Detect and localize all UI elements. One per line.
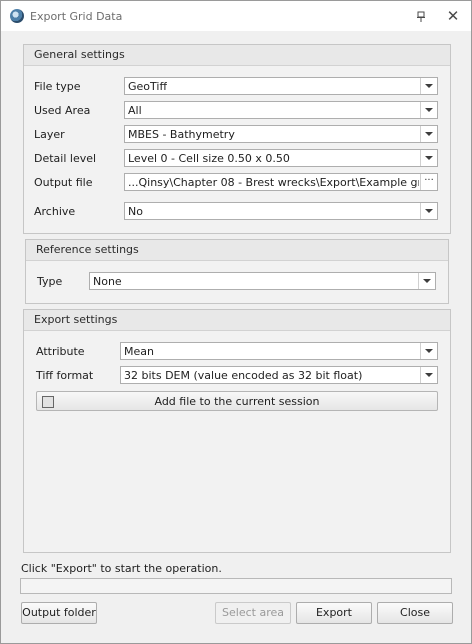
used-area-label: Used Area [34, 104, 91, 117]
pin-icon[interactable] [415, 11, 427, 23]
type-value: None [93, 275, 122, 288]
detail-level-dropdown[interactable]: Level 0 - Cell size 0.50 x 0.50 [124, 149, 438, 167]
chevron-down-icon[interactable] [418, 273, 435, 289]
output-file-label: Output file [34, 176, 93, 189]
chevron-down-icon[interactable] [420, 78, 437, 94]
tiff-format-value: 32 bits DEM (value encoded as 32 bit flo… [124, 369, 363, 382]
layer-dropdown[interactable]: MBES - Bathymetry [124, 125, 438, 143]
archive-value: No [128, 205, 143, 218]
used-area-value: All [128, 104, 142, 117]
output-folder-button[interactable]: Output folder [21, 602, 97, 624]
file-type-dropdown[interactable]: GeoTiff [124, 77, 438, 95]
output-file-input[interactable]: ...Qinsy\Chapter 08 - Brest wrecks\Expor… [124, 173, 438, 191]
attribute-label: Attribute [36, 345, 85, 358]
export-grid-data-window: Export Grid Data ✕ General settings File… [0, 0, 472, 644]
layer-label: Layer [34, 128, 65, 141]
status-text: Click "Export" to start the operation. [21, 562, 222, 575]
chevron-down-icon[interactable] [420, 102, 437, 118]
type-dropdown[interactable]: None [89, 272, 436, 290]
browse-button[interactable]: ··· [420, 174, 437, 190]
output-file-value: ...Qinsy\Chapter 08 - Brest wrecks\Expor… [128, 176, 419, 189]
used-area-dropdown[interactable]: All [124, 101, 438, 119]
close-icon[interactable]: ✕ [445, 8, 461, 24]
detail-level-value: Level 0 - Cell size 0.50 x 0.50 [128, 152, 290, 165]
reference-settings-title: Reference settings [36, 243, 139, 256]
archive-label: Archive [34, 205, 76, 218]
attribute-dropdown[interactable]: Mean [120, 342, 438, 360]
reference-settings-header: Reference settings [26, 240, 448, 261]
export-button[interactable]: Export [296, 602, 372, 624]
chevron-down-icon[interactable] [420, 126, 437, 142]
close-button[interactable]: Close [377, 602, 453, 624]
globe-icon [10, 9, 24, 23]
file-type-label: File type [34, 80, 81, 93]
chevron-down-icon[interactable] [420, 367, 437, 383]
chevron-down-icon[interactable] [420, 203, 437, 219]
window-title: Export Grid Data [30, 10, 123, 23]
title-bar: Export Grid Data ✕ [1, 1, 471, 31]
select-area-button[interactable]: Select area [215, 602, 291, 624]
chevron-down-icon[interactable] [420, 343, 437, 359]
export-settings-title: Export settings [34, 313, 118, 326]
chevron-down-icon[interactable] [420, 150, 437, 166]
tiff-format-dropdown[interactable]: 32 bits DEM (value encoded as 32 bit flo… [120, 366, 438, 384]
attribute-value: Mean [124, 345, 154, 358]
file-type-value: GeoTiff [128, 80, 168, 93]
type-label: Type [37, 275, 63, 288]
tiff-format-label: Tiff format [36, 369, 94, 382]
archive-dropdown[interactable]: No [124, 202, 438, 220]
detail-level-label: Detail level [34, 152, 97, 165]
general-settings-title: General settings [34, 48, 125, 61]
layer-value: MBES - Bathymetry [128, 128, 235, 141]
export-settings-header: Export settings [24, 310, 450, 331]
add-file-label: Add file to the current session [154, 395, 320, 408]
general-settings-header: General settings [24, 45, 450, 66]
add-file-toggle-button[interactable]: Add file to the current session [36, 391, 438, 411]
progress-bar [20, 578, 452, 594]
